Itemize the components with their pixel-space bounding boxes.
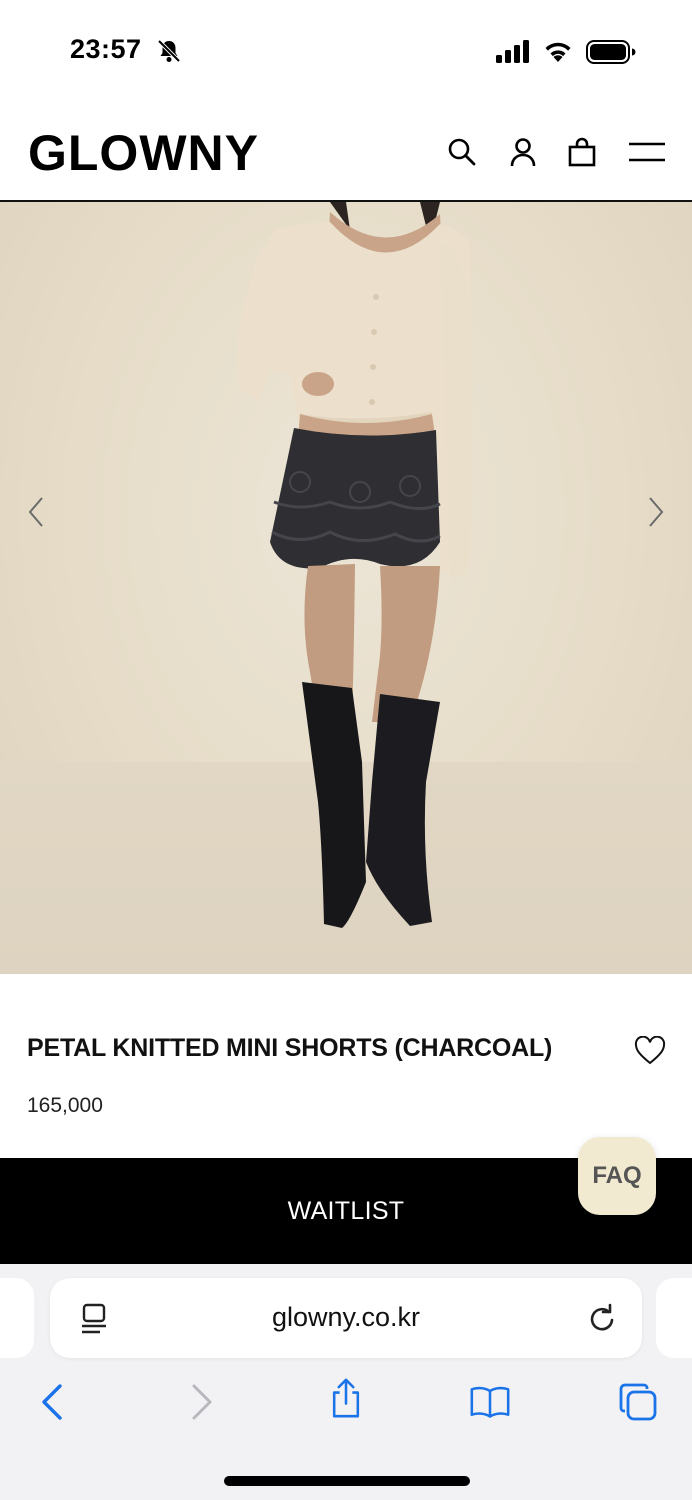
search-icon[interactable] <box>446 136 478 168</box>
product-title: PETAL KNITTED MINI SHORTS (CHARCOAL) <box>27 1034 553 1062</box>
address-bar[interactable]: glowny.co.kr <box>50 1278 642 1358</box>
home-indicator[interactable] <box>224 1476 470 1486</box>
wifi-icon <box>545 42 571 62</box>
menu-icon[interactable] <box>628 136 666 168</box>
cellular-signal-icon <box>496 40 529 63</box>
battery-icon <box>586 40 636 64</box>
model-illustration <box>238 202 474 928</box>
heart-icon[interactable] <box>634 1036 666 1066</box>
shopping-bag-icon[interactable] <box>566 136 598 168</box>
reload-icon[interactable] <box>588 1302 618 1334</box>
status-bar: 23:57 <box>0 0 692 100</box>
faq-button[interactable]: FAQ <box>578 1137 656 1215</box>
bookmarks-icon[interactable] <box>470 1382 510 1422</box>
product-image[interactable] <box>0 202 692 974</box>
brand-logo[interactable]: GLOWNY <box>28 124 259 182</box>
status-time: 23:57 <box>70 34 142 64</box>
page: 23:57 GLOWNY PETAL KNITTED MINI SHORTS (… <box>0 0 692 1500</box>
back-icon[interactable] <box>34 1382 74 1422</box>
site-header: GLOWNY <box>0 100 692 202</box>
chevron-right-icon[interactable] <box>644 494 668 530</box>
bell-slash-icon <box>157 39 181 63</box>
account-icon[interactable] <box>507 136 539 168</box>
adjacent-tab-right[interactable] <box>656 1278 692 1358</box>
product-price: 165,000 <box>27 1094 103 1117</box>
browser-chrome: glowny.co.kr <box>0 1264 692 1500</box>
adjacent-tab-left[interactable] <box>0 1278 34 1358</box>
chevron-left-icon[interactable] <box>24 494 48 530</box>
tabs-icon[interactable] <box>618 1382 658 1422</box>
forward-icon[interactable] <box>182 1382 222 1422</box>
url-text[interactable]: glowny.co.kr <box>50 1302 642 1333</box>
share-icon[interactable] <box>326 1378 366 1418</box>
